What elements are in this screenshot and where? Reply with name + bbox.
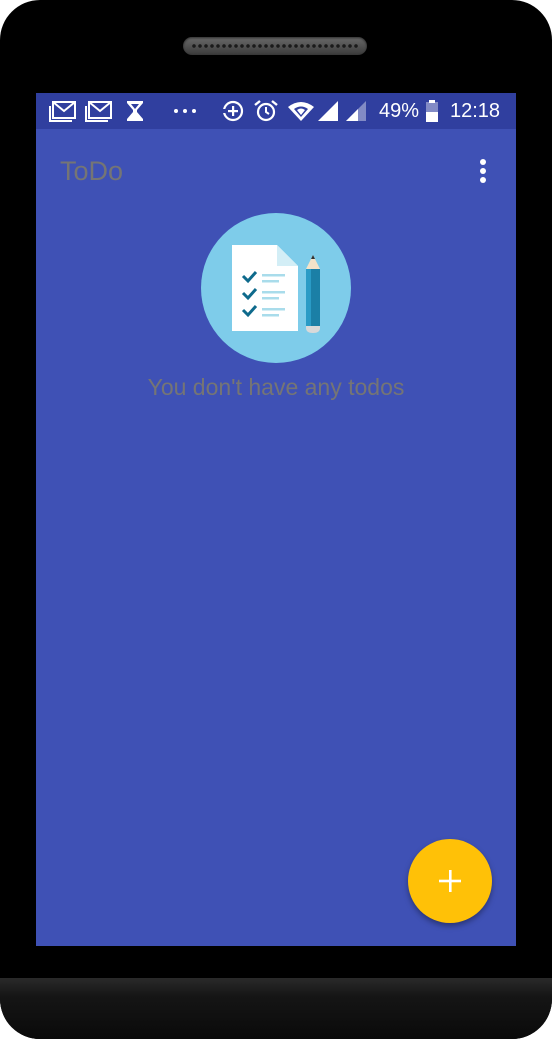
hourglass-icon bbox=[127, 101, 143, 121]
data-saver-icon bbox=[221, 100, 244, 122]
battery-percent: 49% bbox=[379, 100, 420, 122]
menu-dot bbox=[480, 168, 486, 174]
wifi-icon bbox=[288, 102, 314, 121]
phone-chin bbox=[0, 978, 552, 1039]
alarm-icon bbox=[254, 100, 278, 122]
plus-icon bbox=[439, 870, 461, 892]
phone-frame: 49% 12:18 ToDo You don't have any todos bbox=[0, 0, 552, 1039]
earpiece-speaker bbox=[183, 37, 367, 55]
app-title: ToDo bbox=[60, 156, 124, 186]
menu-dot bbox=[480, 159, 486, 165]
gmail-icon bbox=[85, 101, 112, 122]
more-vert-icon[interactable] bbox=[468, 151, 498, 191]
empty-state-message: You don't have any todos bbox=[147, 374, 405, 400]
checklist-pencil-icon bbox=[201, 213, 351, 363]
app-screen: 49% 12:18 ToDo You don't have any todos bbox=[36, 93, 516, 946]
signal-icon bbox=[346, 101, 366, 121]
gmail-icon bbox=[49, 101, 76, 122]
signal-icon bbox=[318, 101, 338, 121]
battery-icon bbox=[426, 100, 438, 122]
status-bar: 49% 12:18 bbox=[36, 93, 516, 129]
more-dots-icon bbox=[174, 109, 196, 113]
menu-dot bbox=[480, 177, 486, 183]
clock-time: 12:18 bbox=[450, 100, 501, 122]
speaker-grille bbox=[191, 42, 359, 50]
add-todo-button[interactable] bbox=[408, 839, 492, 923]
